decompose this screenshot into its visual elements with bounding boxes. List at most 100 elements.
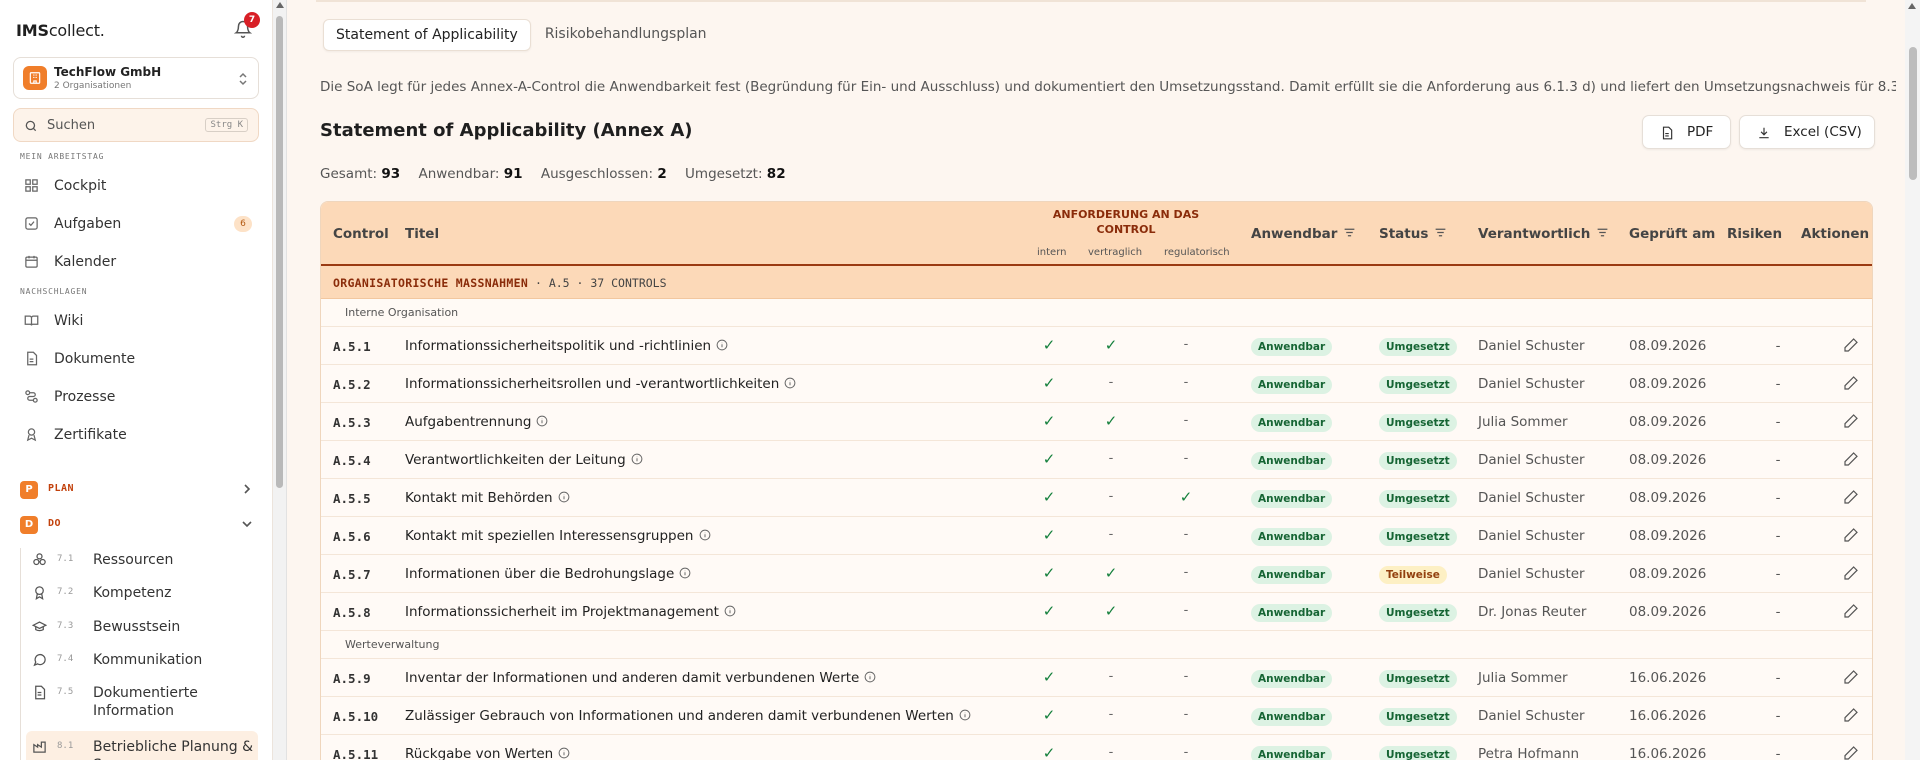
table-row[interactable]: A.5.4 Verantwortlichkeiten der Leitung ✓ - -… xyxy=(321,441,1872,479)
col-risks[interactable]: Risiken xyxy=(1727,226,1782,242)
info-icon[interactable] xyxy=(536,415,548,427)
col-title[interactable]: Titel xyxy=(405,226,439,242)
notifications-button[interactable]: 7 xyxy=(232,12,260,40)
regulatory-check: ✓ xyxy=(1179,488,1193,506)
table-row[interactable]: A.5.7 Informationen über die Bedrohungsla… xyxy=(321,555,1872,593)
info-icon[interactable] xyxy=(716,339,728,351)
sidebar-item-ressourcen[interactable]: 7.1 Ressourcen xyxy=(26,544,258,576)
contract-check: ✓ xyxy=(1104,602,1118,620)
table-row[interactable]: A.5.11 Rückgabe von Werten ✓ - - Anwendbar Umg… xyxy=(321,735,1872,760)
info-icon[interactable] xyxy=(558,491,570,503)
pencil-icon[interactable] xyxy=(1843,413,1859,429)
checked-date: 08.09.2026 xyxy=(1629,490,1707,506)
table-row[interactable]: A.5.3 Aufgabentrennung ✓ ✓ - Anwendbar Umgeset… xyxy=(321,403,1872,441)
sidebar-item-kommunikation[interactable]: 7.4 Kommunikation xyxy=(26,644,258,676)
grid-icon xyxy=(25,179,38,192)
control-title[interactable]: Kontakt mit Behörden xyxy=(405,490,570,506)
sidebar-item-cockpit[interactable]: Cockpit xyxy=(20,171,260,201)
filter-icon[interactable] xyxy=(1434,226,1447,239)
sidebar-item-dokumentierte-information[interactable]: 7.5 Dokumentierte Information xyxy=(26,677,258,723)
intern-check: ✓ xyxy=(1042,336,1056,354)
table-row[interactable]: A.5.9 Inventar der Informationen und ande… xyxy=(321,659,1872,697)
sidebar-scrollbar[interactable] xyxy=(273,0,287,760)
table-row[interactable]: A.5.6 Kontakt mit speziellen Interessensg… xyxy=(321,517,1872,555)
tab-risikobehandlungsplan[interactable]: Risikobehandlungsplan xyxy=(533,19,719,51)
sidebar-item-wiki[interactable]: Wiki xyxy=(20,306,260,336)
sidebar-item-kompetenz[interactable]: 7.2 Kompetenz xyxy=(26,577,258,609)
status-badge: Umgesetzt xyxy=(1379,338,1457,356)
filter-icon[interactable] xyxy=(1343,226,1356,239)
phase-plan[interactable]: P PLAN xyxy=(20,477,260,503)
control-title[interactable]: Verantwortlichkeiten der Leitung xyxy=(405,452,643,468)
sidebar-item-aufgaben[interactable]: Aufgaben 6 xyxy=(20,209,260,239)
pencil-icon[interactable] xyxy=(1843,565,1859,581)
info-icon[interactable] xyxy=(724,605,736,617)
control-title[interactable]: Informationen über die Bedrohungslage xyxy=(405,566,691,582)
info-icon[interactable] xyxy=(679,567,691,579)
pencil-icon[interactable] xyxy=(1843,451,1859,467)
pencil-icon[interactable] xyxy=(1843,707,1859,723)
col-owner[interactable]: Verantwortlich xyxy=(1478,226,1609,242)
info-icon[interactable] xyxy=(784,377,796,389)
col-applicable[interactable]: Anwendbar xyxy=(1251,226,1356,242)
pencil-icon[interactable] xyxy=(1843,375,1859,391)
contract-check: ✓ xyxy=(1104,336,1118,354)
pencil-icon[interactable] xyxy=(1843,669,1859,685)
owner: Daniel Schuster xyxy=(1478,490,1585,506)
group-header[interactable]: ORGANISATORISCHE MASSNAHMEN · A.5 · 37 C… xyxy=(321,266,1872,299)
info-icon[interactable] xyxy=(959,709,971,721)
control-id: A.5.5 xyxy=(333,491,371,506)
control-title[interactable]: Rückgabe von Werten xyxy=(405,746,570,760)
status-badge: Teilweise xyxy=(1379,566,1447,584)
pencil-icon[interactable] xyxy=(1843,603,1859,619)
sidebar-item-betriebliche-planung[interactable]: 8.1 Betriebliche Planung & S... xyxy=(26,731,258,760)
app-logo[interactable]: IMScollect. xyxy=(16,21,105,40)
regulatory-dash: - xyxy=(1183,669,1189,684)
pencil-icon[interactable] xyxy=(1843,527,1859,543)
pencil-icon[interactable] xyxy=(1843,337,1859,353)
main-scrollbar[interactable] xyxy=(1905,0,1920,760)
info-icon[interactable] xyxy=(558,747,570,759)
org-switcher[interactable]: TechFlow GmbH 2 Organisationen xyxy=(13,57,259,99)
info-icon[interactable] xyxy=(699,529,711,541)
control-title[interactable]: Kontakt mit speziellen Interessensgruppe… xyxy=(405,528,711,544)
scroll-up-arrow[interactable] xyxy=(276,2,284,8)
scrollbar-thumb[interactable] xyxy=(1909,47,1917,180)
table-row[interactable]: A.5.10 Zulässiger Gebrauch von Informatio… xyxy=(321,697,1872,735)
export-csv-button[interactable]: Excel (CSV) xyxy=(1739,115,1875,149)
info-icon[interactable] xyxy=(631,453,643,465)
phase-do[interactable]: D DO xyxy=(20,512,260,538)
sidebar-item-prozesse[interactable]: Prozesse xyxy=(20,382,260,412)
col-status[interactable]: Status xyxy=(1379,226,1447,242)
control-title[interactable]: Informationssicherheitsrollen und -veran… xyxy=(405,376,796,392)
tab-soa[interactable]: Statement of Applicability xyxy=(323,19,531,51)
control-title[interactable]: Zulässiger Gebrauch von Informationen un… xyxy=(405,708,971,724)
pencil-icon[interactable] xyxy=(1843,745,1859,760)
intern-check: ✓ xyxy=(1042,488,1056,506)
control-title[interactable]: Informationssicherheit im Projektmanagem… xyxy=(405,604,736,620)
export-pdf-button[interactable]: PDF xyxy=(1642,115,1731,149)
scrollbar-thumb[interactable] xyxy=(276,16,283,488)
filter-icon[interactable] xyxy=(1596,226,1609,239)
document-icon xyxy=(27,351,38,366)
search-input[interactable]: Suchen Strg K xyxy=(13,108,259,142)
control-title[interactable]: Aufgabentrennung xyxy=(405,414,548,430)
control-title[interactable]: Informationssicherheitspolitik und -rich… xyxy=(405,338,728,354)
sidebar-item-bewusstsein[interactable]: 7.3 Bewusstsein xyxy=(26,611,258,643)
resources-icon xyxy=(33,553,46,566)
regulatory-dash: - xyxy=(1183,451,1189,466)
table-row[interactable]: A.5.8 Informationssicherheit im Projektma… xyxy=(321,593,1872,631)
sidebar-item-kalender[interactable]: Kalender xyxy=(20,247,260,277)
col-checked[interactable]: Geprüft am xyxy=(1629,226,1715,242)
scroll-up-arrow[interactable] xyxy=(1908,3,1916,9)
table-row[interactable]: A.5.5 Kontakt mit Behörden ✓ - ✓ Anwendbar Umg… xyxy=(321,479,1872,517)
table-row[interactable]: A.5.2 Informationssicherheitsrollen und -… xyxy=(321,365,1872,403)
col-control[interactable]: Control xyxy=(333,226,389,242)
sidebar-item-zertifikate[interactable]: Zertifikate xyxy=(20,420,260,450)
stat-excluded: 2 xyxy=(657,166,667,182)
control-title[interactable]: Inventar der Informationen und anderen d… xyxy=(405,670,876,686)
info-icon[interactable] xyxy=(864,671,876,683)
pencil-icon[interactable] xyxy=(1843,489,1859,505)
table-row[interactable]: A.5.1 Informationssicherheitspolitik und … xyxy=(321,327,1872,365)
sidebar-item-dokumente[interactable]: Dokumente xyxy=(20,344,260,374)
